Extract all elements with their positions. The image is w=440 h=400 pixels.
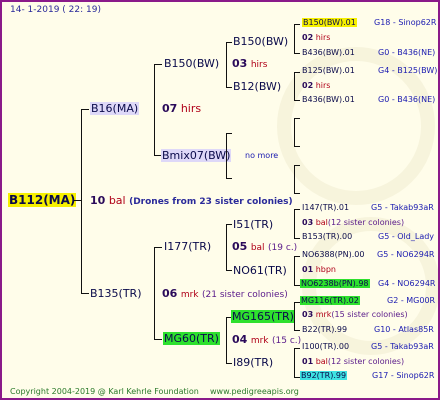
footer-copyright: Copyright 2004-2019 @ Karl Kehrle Founda… <box>10 387 199 396</box>
mg60-info: 04 mrk (15 c.) <box>232 333 302 346</box>
dam-name: B135(TR) <box>90 287 142 300</box>
i89-ref2: G17 - Sinop62R <box>372 371 435 380</box>
mg165-info: 03 mrk(15 sister colonies) <box>302 310 408 319</box>
header-date: 14- 1-2019 ( 22: 19) <box>10 5 101 15</box>
footer-site-link[interactable]: www.pedigreeapis.org <box>210 388 299 396</box>
root-info: 10 bal (Drones from 23 sister colonies) <box>90 194 293 207</box>
bmix-name: Bmix07(BW) <box>161 149 232 162</box>
b12-line1: B125(BW).01 <box>302 66 355 75</box>
i89-line1: I100(TR).00 <box>302 342 350 351</box>
dam-info: 06 mrk (21 sister colonies) <box>162 287 288 300</box>
i51-line2: B153(TR).00 <box>302 232 353 241</box>
b12-name: B12(BW) <box>233 80 282 93</box>
bmix-more: no more <box>245 151 279 160</box>
i51-info: 03 bal(12 sister colonies) <box>302 218 405 227</box>
b12-ref2: G0 - B436(NE) <box>378 95 436 104</box>
sire-name: B16(MA) <box>90 102 140 115</box>
root-name: B112(MA) <box>8 193 77 207</box>
b150-top-ref1: G18 - Sinop62R <box>374 18 437 27</box>
no61-ref2: G4 - NO6294R <box>378 279 436 288</box>
mg165-name: MG165(TR) <box>231 310 295 323</box>
i51-ref2: G5 - Old_Lady <box>378 232 435 241</box>
b150-top-line1: B150(BW).01 <box>302 18 357 27</box>
b150-top-line2: B436(BW).01 <box>302 48 355 57</box>
i89-line2: B92(TR).99 <box>300 371 348 380</box>
b12-info: 02 hirs <box>302 81 331 90</box>
pedigree-frame: { "header": {"date": "14- 1-2019 ( 22: 1… <box>0 0 440 400</box>
mg165-line2: B22(TR).99 <box>302 325 348 334</box>
no61-line1: NO6388(PN).00 <box>302 250 365 259</box>
b150-name: B150(BW) <box>164 57 220 70</box>
i51-line1: I147(TR).01 <box>302 203 350 212</box>
sire-info: 07 hirs <box>162 102 202 115</box>
no61-info: 01 hbpn <box>302 265 336 274</box>
no61-ref1: G5 - NO6294R <box>377 250 435 259</box>
mg165-ref1: G2 - MG00R <box>387 296 436 305</box>
b150-top-name: B150(BW) <box>233 35 289 48</box>
no61-name: NO61(TR) <box>233 264 287 277</box>
i177-name: I177(TR) <box>164 240 212 253</box>
i89-name: I89(TR) <box>233 356 274 369</box>
b150-info: 03 hirs <box>232 57 268 70</box>
mg165-ref2: G10 - Atlas85R <box>374 325 434 334</box>
b12-ref1: G4 - B125(BW) <box>378 66 438 75</box>
mg165-line1: MG116(TR).02 <box>300 296 360 305</box>
i177-info: 05 bal (19 c.) <box>232 240 298 253</box>
no61-line2: NO6238b(PN).98 <box>300 279 370 288</box>
i51-name: I51(TR) <box>233 218 274 231</box>
b150-top-ref2: G0 - B436(NE) <box>378 48 436 57</box>
i51-ref1: G5 - Takab93aR <box>371 203 434 212</box>
mg60-name: MG60(TR) <box>163 332 220 345</box>
i89-info: 01 bal(12 sister colonies) <box>302 357 405 366</box>
b150-top-info: 02 hirs <box>302 33 331 42</box>
b12-line2: B436(BW).01 <box>302 95 355 104</box>
i89-ref1: G5 - Takab93aR <box>371 342 434 351</box>
